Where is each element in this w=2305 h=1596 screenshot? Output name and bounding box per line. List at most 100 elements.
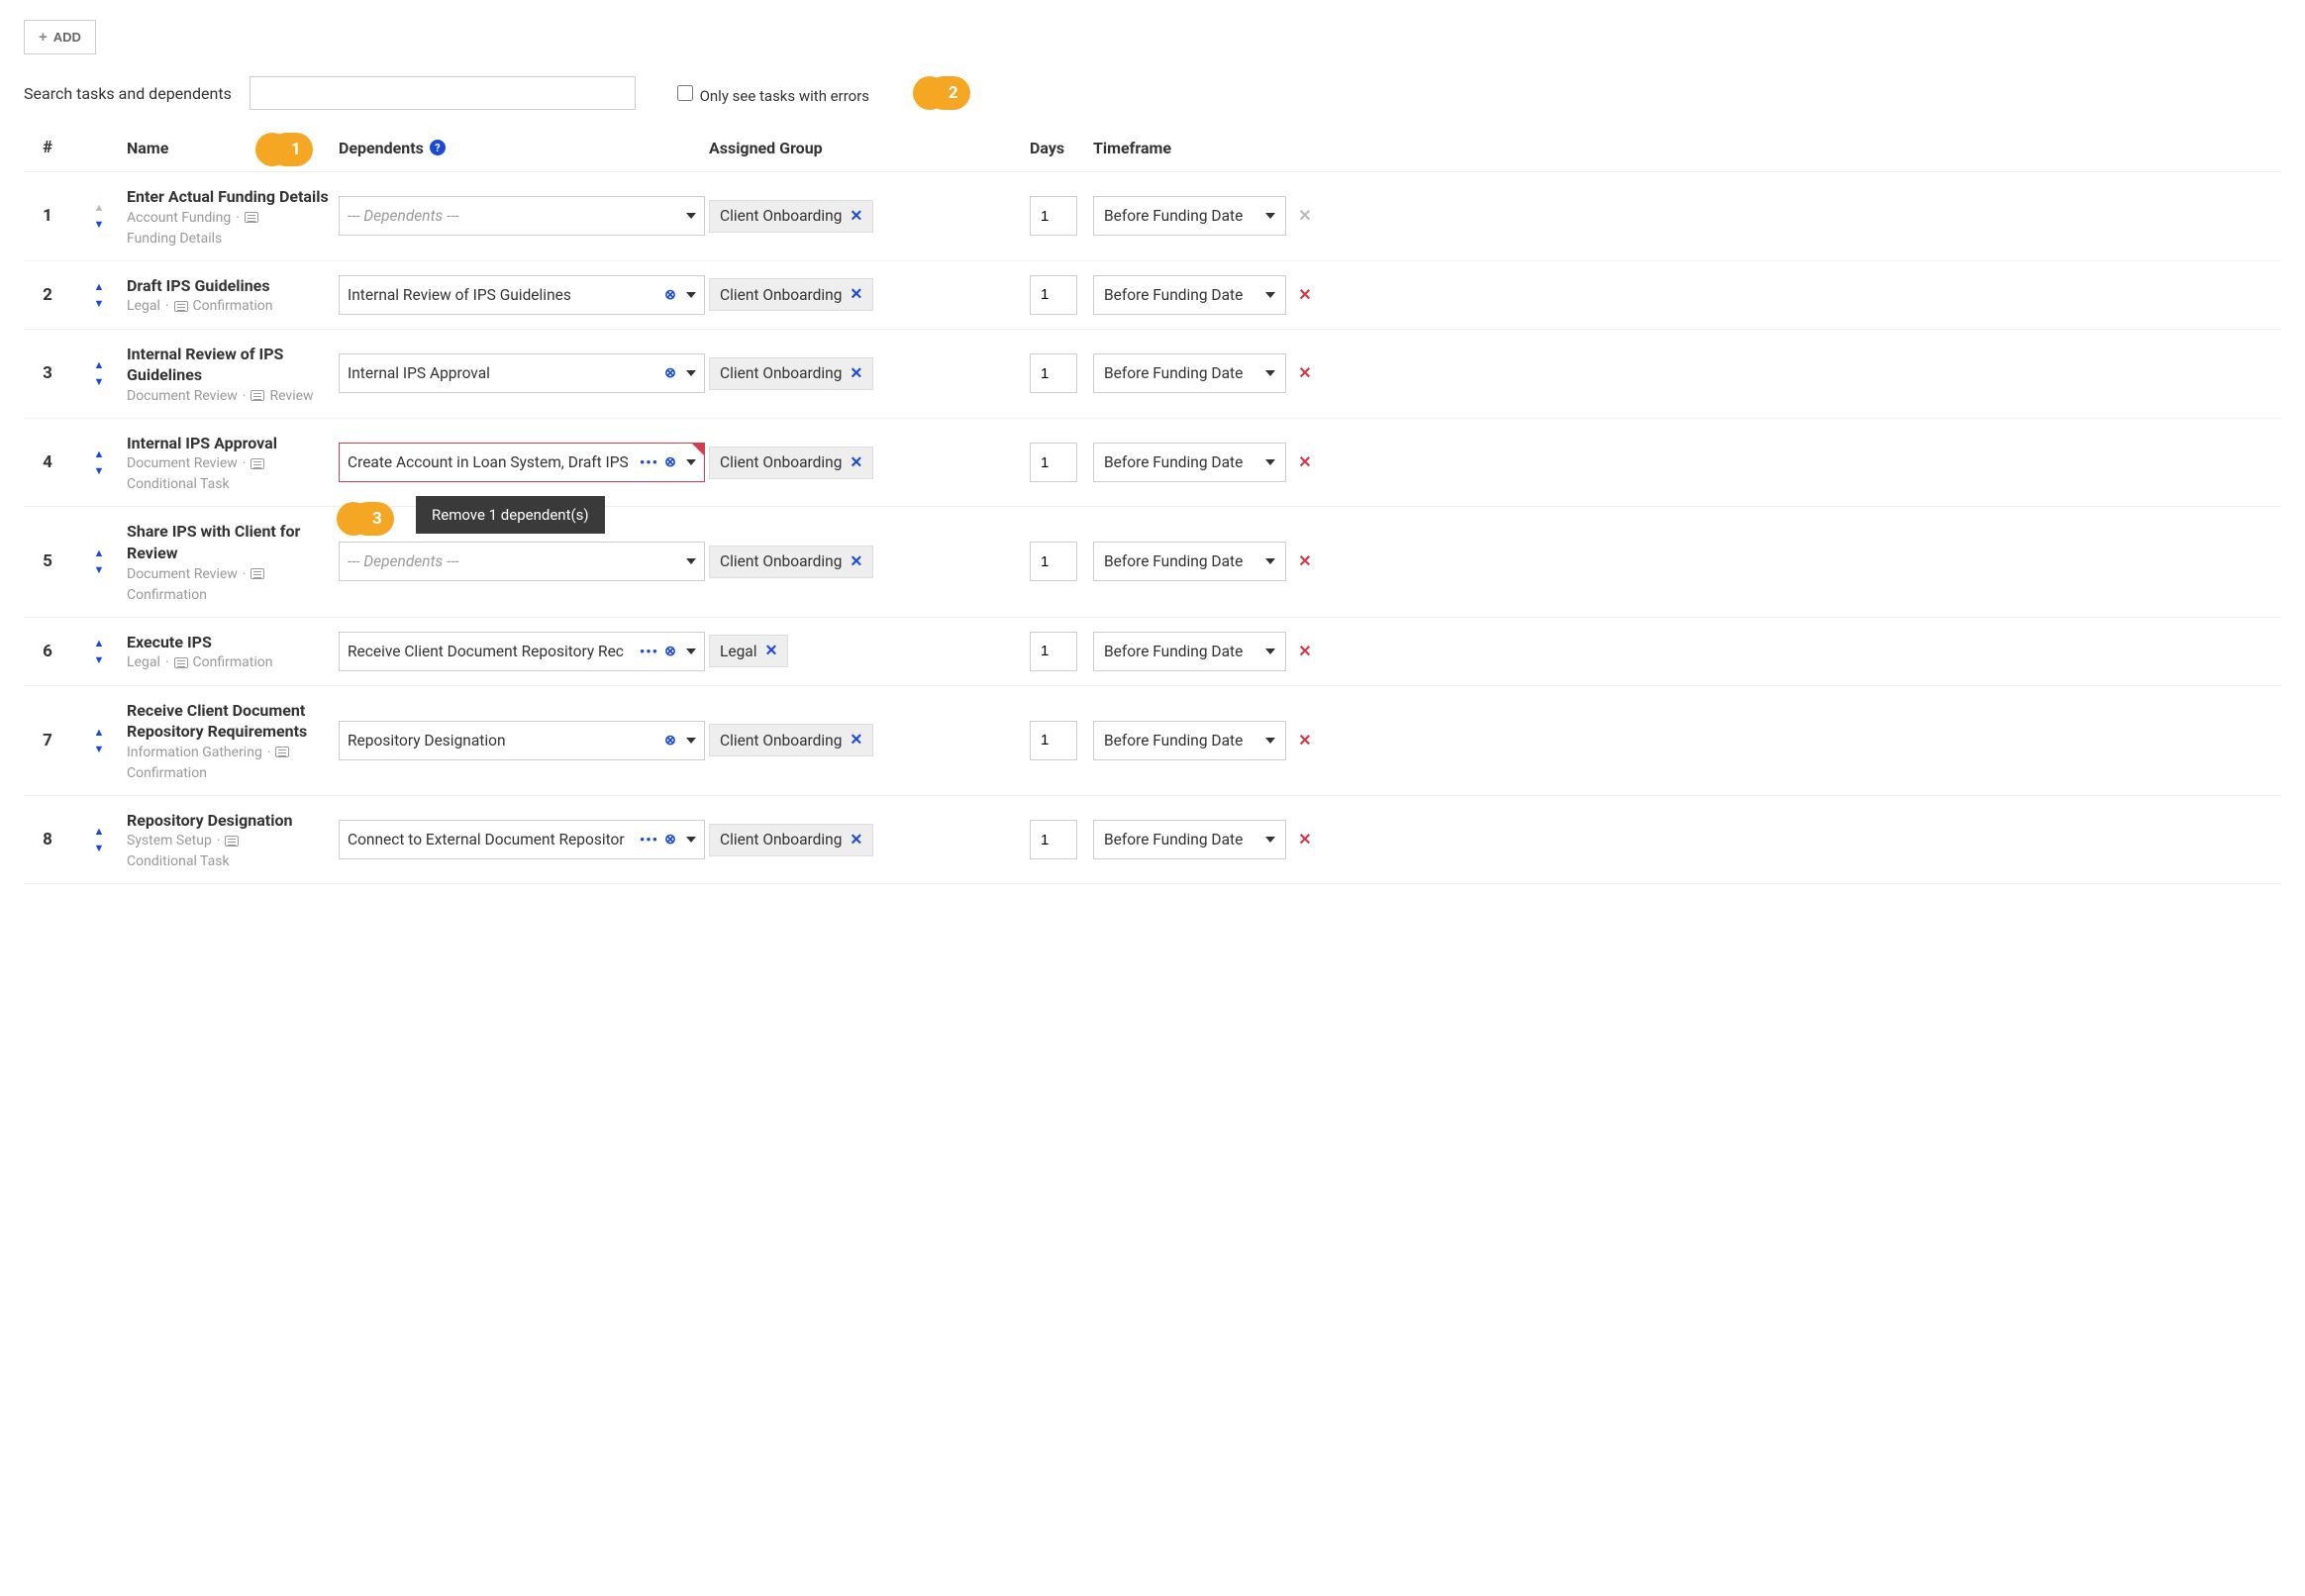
clear-dependents-icon[interactable]: ⊗ bbox=[662, 644, 678, 659]
move-down-icon[interactable]: ▼ bbox=[94, 744, 105, 754]
assigned-group-tag[interactable]: Client Onboarding ✕ bbox=[709, 824, 873, 856]
move-up-icon[interactable]: ▲ bbox=[94, 727, 105, 738]
move-down-icon[interactable]: ▼ bbox=[94, 843, 105, 853]
chevron-down-icon bbox=[1265, 837, 1275, 843]
reorder-controls: ▲▼ bbox=[75, 449, 123, 476]
move-up-icon[interactable]: ▲ bbox=[94, 449, 105, 459]
ellipsis-icon: ••• bbox=[640, 831, 658, 848]
errors-only-filter[interactable]: Only see tasks with errors 2 bbox=[673, 82, 869, 105]
assigned-group-tag[interactable]: Client Onboarding✕ bbox=[709, 200, 873, 233]
dependents-select[interactable]: Internal IPS Approval⊗ bbox=[339, 353, 705, 393]
move-up-icon[interactable]: ▲ bbox=[94, 202, 105, 213]
task-row: 1▲▼Enter Actual Funding DetailsAccount F… bbox=[24, 172, 2281, 261]
chevron-down-icon bbox=[1265, 292, 1275, 298]
clear-dependents-icon[interactable]: ⊗ bbox=[662, 832, 678, 848]
task-meta: Legal·Confirmation bbox=[127, 654, 335, 670]
delete-row-icon[interactable]: ✕ bbox=[1290, 731, 1320, 750]
dependents-select[interactable]: Create Account in Loan System, Draft IPS… bbox=[339, 443, 705, 482]
dependents-value: Receive Client Document Repository Rec bbox=[348, 643, 636, 660]
assigned-group-label: Legal bbox=[720, 643, 756, 660]
search-input[interactable] bbox=[250, 76, 636, 110]
days-input[interactable] bbox=[1030, 542, 1077, 581]
errors-only-label: Only see tasks with errors bbox=[700, 87, 869, 105]
list-icon bbox=[245, 212, 258, 223]
dependents-select[interactable]: --- Dependents --- bbox=[339, 196, 705, 236]
assigned-group-tag[interactable]: Legal ✕ bbox=[709, 635, 788, 667]
assigned-group-label: Client Onboarding bbox=[720, 831, 842, 848]
errors-only-checkbox[interactable] bbox=[677, 85, 693, 101]
dependents-select[interactable]: --- Dependents --- bbox=[339, 542, 705, 581]
remove-group-icon[interactable]: ✕ bbox=[850, 285, 862, 304]
days-input[interactable] bbox=[1030, 196, 1077, 236]
clear-dependents-icon[interactable]: ⊗ bbox=[662, 454, 678, 470]
timeframe-select[interactable]: Before Funding Date bbox=[1093, 353, 1286, 393]
move-down-icon[interactable]: ▼ bbox=[94, 219, 105, 230]
move-down-icon[interactable]: ▼ bbox=[94, 298, 105, 309]
assigned-group-tag[interactable]: Client Onboarding✕ bbox=[709, 278, 873, 311]
remove-group-icon[interactable]: ✕ bbox=[850, 731, 862, 749]
assigned-group-tag[interactable]: Client Onboarding✕ bbox=[709, 724, 873, 756]
move-up-icon[interactable]: ▲ bbox=[94, 281, 105, 292]
move-up-icon[interactable]: ▲ bbox=[94, 548, 105, 558]
task-row: 6▲▼Execute IPSLegal·ConfirmationReceive … bbox=[24, 618, 2281, 686]
days-input[interactable] bbox=[1030, 820, 1077, 859]
clear-dependents-icon[interactable]: ⊗ bbox=[662, 733, 678, 748]
table-header: # Name Dependents ? 1 Assigned Group Day… bbox=[24, 120, 2281, 172]
dependents-select[interactable]: Receive Client Document Repository Rec••… bbox=[339, 632, 705, 671]
days-input[interactable] bbox=[1030, 353, 1077, 393]
remove-group-icon[interactable]: ✕ bbox=[764, 642, 777, 660]
assigned-group-tag[interactable]: Client Onboarding✕ bbox=[709, 357, 873, 390]
days-input[interactable] bbox=[1030, 275, 1077, 315]
delete-row-icon[interactable]: ✕ bbox=[1290, 551, 1320, 571]
remove-group-icon[interactable]: ✕ bbox=[850, 364, 862, 383]
move-down-icon[interactable]: ▼ bbox=[94, 465, 105, 476]
clear-dependents-icon[interactable]: ⊗ bbox=[662, 365, 678, 381]
dependents-select[interactable]: Connect to External Document Repositor••… bbox=[339, 820, 705, 859]
task-title: Internal IPS Approval bbox=[127, 433, 335, 454]
assigned-group-tag[interactable]: Client Onboarding✕ bbox=[709, 447, 873, 479]
task-meta: Document Review·Confirmation bbox=[127, 566, 335, 603]
move-down-icon[interactable]: ▼ bbox=[94, 376, 105, 387]
timeframe-select[interactable]: Before Funding Date bbox=[1093, 632, 1286, 671]
task-title: Draft IPS Guidelines bbox=[127, 275, 335, 297]
move-up-icon[interactable]: ▲ bbox=[94, 638, 105, 648]
delete-row-icon[interactable]: ✕ bbox=[1290, 642, 1320, 661]
move-up-icon[interactable]: ▲ bbox=[94, 826, 105, 837]
move-down-icon[interactable]: ▼ bbox=[94, 564, 105, 575]
delete-row-icon[interactable]: ✕ bbox=[1290, 830, 1320, 849]
days-input[interactable] bbox=[1030, 721, 1077, 760]
timeframe-select[interactable]: Before Funding Date bbox=[1093, 721, 1286, 760]
chevron-down-icon bbox=[1265, 558, 1275, 564]
days-input[interactable] bbox=[1030, 443, 1077, 482]
clear-dependents-icon[interactable]: ⊗ bbox=[662, 287, 678, 303]
timeframe-value: Before Funding Date bbox=[1104, 453, 1243, 471]
delete-row-icon[interactable]: ✕ bbox=[1290, 452, 1320, 472]
timeframe-select[interactable]: Before Funding Date bbox=[1093, 542, 1286, 581]
ellipsis-icon: ••• bbox=[640, 643, 658, 660]
delete-row-icon[interactable]: ✕ bbox=[1290, 363, 1320, 383]
assigned-group-tag[interactable]: Client Onboarding✕ bbox=[709, 546, 873, 578]
task-row: 3▲▼Internal Review of IPS GuidelinesDocu… bbox=[24, 330, 2281, 419]
delete-row-icon[interactable]: ✕ bbox=[1290, 206, 1320, 226]
remove-group-icon[interactable]: ✕ bbox=[850, 453, 862, 472]
delete-row-icon[interactable]: ✕ bbox=[1290, 285, 1320, 305]
remove-group-icon[interactable]: ✕ bbox=[850, 207, 862, 226]
move-down-icon[interactable]: ▼ bbox=[94, 654, 105, 665]
help-icon[interactable]: ? bbox=[430, 140, 446, 155]
timeframe-select[interactable]: Before Funding Date bbox=[1093, 820, 1286, 859]
task-meta: System Setup·Conditional Task bbox=[127, 833, 335, 869]
days-input[interactable] bbox=[1030, 632, 1077, 671]
timeframe-select[interactable]: Before Funding Date bbox=[1093, 196, 1286, 236]
add-button[interactable]: + ADD bbox=[24, 20, 96, 54]
reorder-controls: ▲▼ bbox=[75, 548, 123, 575]
timeframe-select[interactable]: Before Funding Date bbox=[1093, 443, 1286, 482]
task-meta: Document Review·Review bbox=[127, 388, 335, 404]
remove-group-icon[interactable]: ✕ bbox=[850, 552, 862, 571]
dependents-select[interactable]: Repository Designation⊗ bbox=[339, 721, 705, 760]
timeframe-select[interactable]: Before Funding Date bbox=[1093, 275, 1286, 315]
chevron-down-icon bbox=[686, 370, 696, 376]
remove-group-icon[interactable]: ✕ bbox=[850, 831, 862, 849]
list-icon bbox=[275, 747, 289, 757]
dependents-select[interactable]: Internal Review of IPS Guidelines⊗ bbox=[339, 275, 705, 315]
move-up-icon[interactable]: ▲ bbox=[94, 359, 105, 370]
